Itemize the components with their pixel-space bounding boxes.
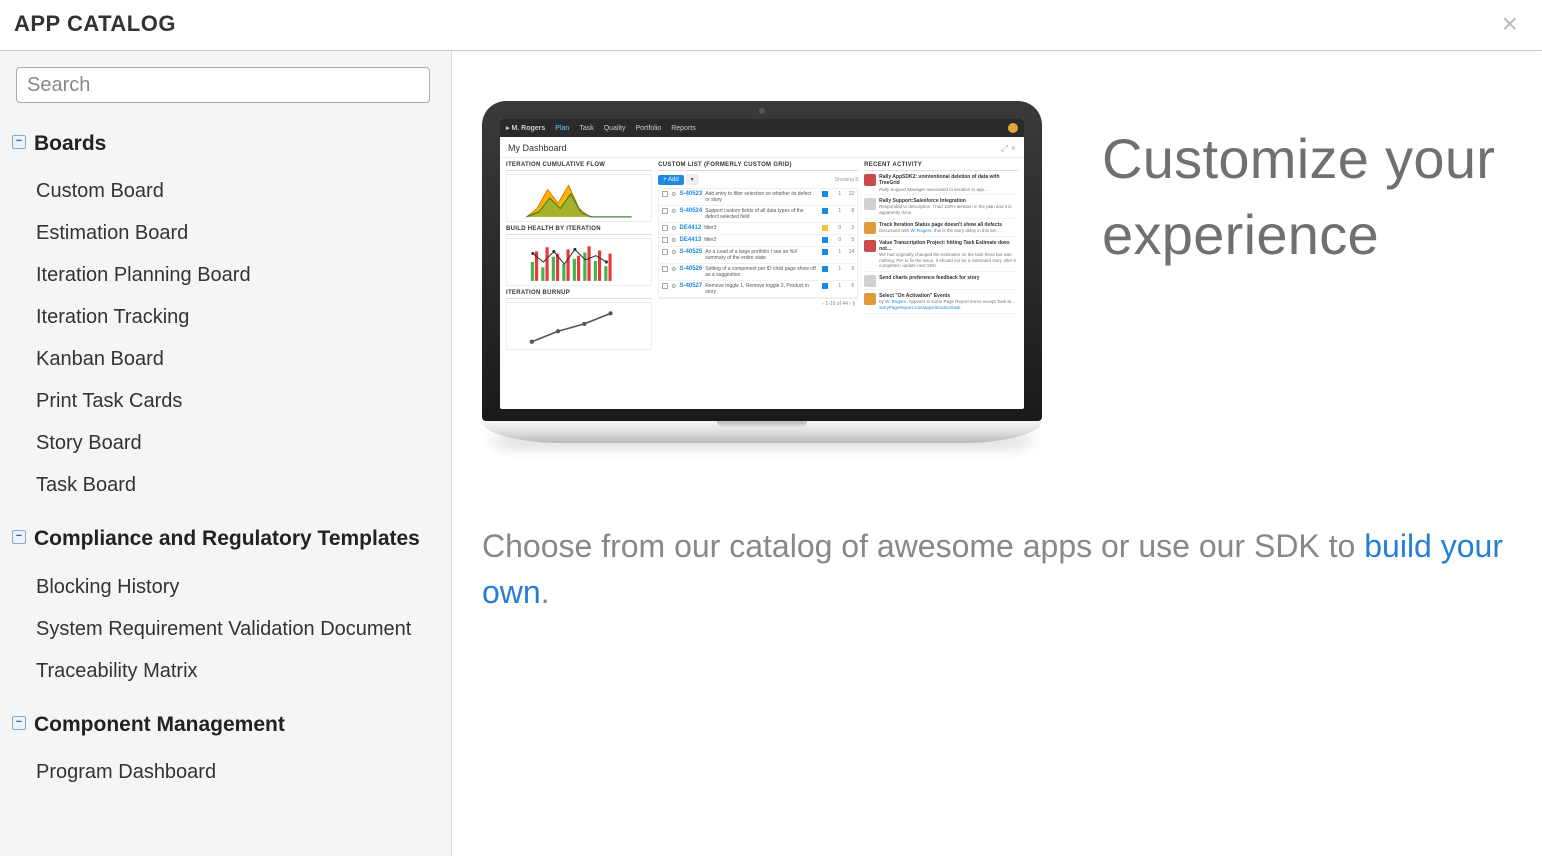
preview-body: ITERATION CUMULATIVE FLOW BUILD HEALTH B…: [500, 158, 1024, 409]
hero-text: Customize your experience: [1102, 101, 1512, 272]
category-header[interactable]: − Component Management: [12, 706, 422, 743]
catalog-item[interactable]: Iteration Tracking: [36, 296, 439, 338]
category-header[interactable]: − Boards: [12, 125, 422, 162]
bar-chart-icon: [506, 238, 652, 286]
close-icon[interactable]: ×: [1498, 10, 1522, 38]
category-header[interactable]: − Compliance and Regulatory Templates: [12, 520, 422, 557]
hero-row: ▸ M. Rogers Plan Task Quality Portfolio …: [482, 101, 1512, 443]
collapse-icon[interactable]: −: [12, 530, 26, 544]
preview-left-col: ITERATION CUMULATIVE FLOW BUILD HEALTH B…: [506, 162, 652, 405]
camera-icon: [759, 108, 765, 114]
laptop-preview: ▸ M. Rogers Plan Task Quality Portfolio …: [482, 101, 1042, 443]
line-chart-icon: [506, 302, 652, 350]
collapse-icon[interactable]: −: [12, 135, 26, 149]
category-compliance: − Compliance and Regulatory Templates Bl…: [12, 520, 439, 691]
catalog-item[interactable]: Print Task Cards: [36, 380, 439, 422]
collapse-icon[interactable]: −: [12, 716, 26, 730]
category-items: Blocking History System Requirement Vali…: [36, 566, 439, 692]
modal-title: APP CATALOG: [14, 11, 176, 37]
preview-nav: ▸ M. Rogers Plan Task Quality Portfolio …: [500, 119, 1024, 137]
preview-title: My Dashboard ⤢ ×: [500, 137, 1024, 158]
category-items: Program Dashboard: [36, 751, 439, 793]
laptop-lid: ▸ M. Rogers Plan Task Quality Portfolio …: [482, 101, 1042, 421]
catalog-item[interactable]: Traceability Matrix: [36, 650, 439, 692]
modal-header: APP CATALOG ×: [0, 0, 1542, 51]
modal-body: − Boards Custom Board Estimation Board I…: [0, 51, 1542, 856]
category-component-management: − Component Management Program Dashboard: [12, 706, 439, 793]
catalog-item[interactable]: Blocking History: [36, 566, 439, 608]
category-boards: − Boards Custom Board Estimation Board I…: [12, 125, 439, 506]
catalog-item[interactable]: System Requirement Validation Document: [36, 608, 439, 650]
catalog-item[interactable]: Story Board: [36, 422, 439, 464]
category-name: Component Management: [34, 710, 285, 739]
catalog-item[interactable]: Iteration Planning Board: [36, 254, 439, 296]
catalog-content: ▸ M. Rogers Plan Task Quality Portfolio …: [452, 51, 1542, 856]
sub-text-before: Choose from our catalog of awesome apps …: [482, 528, 1364, 564]
catalog-item[interactable]: Program Dashboard: [36, 751, 439, 793]
catalog-item[interactable]: Custom Board: [36, 170, 439, 212]
catalog-item[interactable]: Estimation Board: [36, 212, 439, 254]
catalog-item[interactable]: Kanban Board: [36, 338, 439, 380]
avatar-icon: [1008, 123, 1018, 133]
catalog-sidebar: − Boards Custom Board Estimation Board I…: [0, 51, 452, 856]
app-catalog-modal: APP CATALOG × − Boards Custom Board Esti…: [0, 0, 1542, 856]
sub-text-after: .: [541, 574, 550, 610]
area-chart-icon: [506, 174, 652, 222]
preview-mid-col: CUSTOM LIST (FORMERLY CUSTOM GRID) + Add…: [658, 162, 858, 405]
category-name: Compliance and Regulatory Templates: [34, 524, 420, 553]
search-input[interactable]: [16, 67, 430, 103]
preview-grid: ⚙S-40523Add entry to filter selection so…: [658, 188, 858, 299]
catalog-item[interactable]: Task Board: [36, 464, 439, 506]
sub-text: Choose from our catalog of awesome apps …: [482, 523, 1512, 616]
category-items: Custom Board Estimation Board Iteration …: [36, 170, 439, 506]
preview-right-col: RECENT ACTIVITY Rally AppSDK2: unintenti…: [864, 162, 1018, 405]
laptop-screen: ▸ M. Rogers Plan Task Quality Portfolio …: [500, 119, 1024, 409]
category-name: Boards: [34, 129, 106, 158]
laptop-base: [482, 421, 1042, 443]
